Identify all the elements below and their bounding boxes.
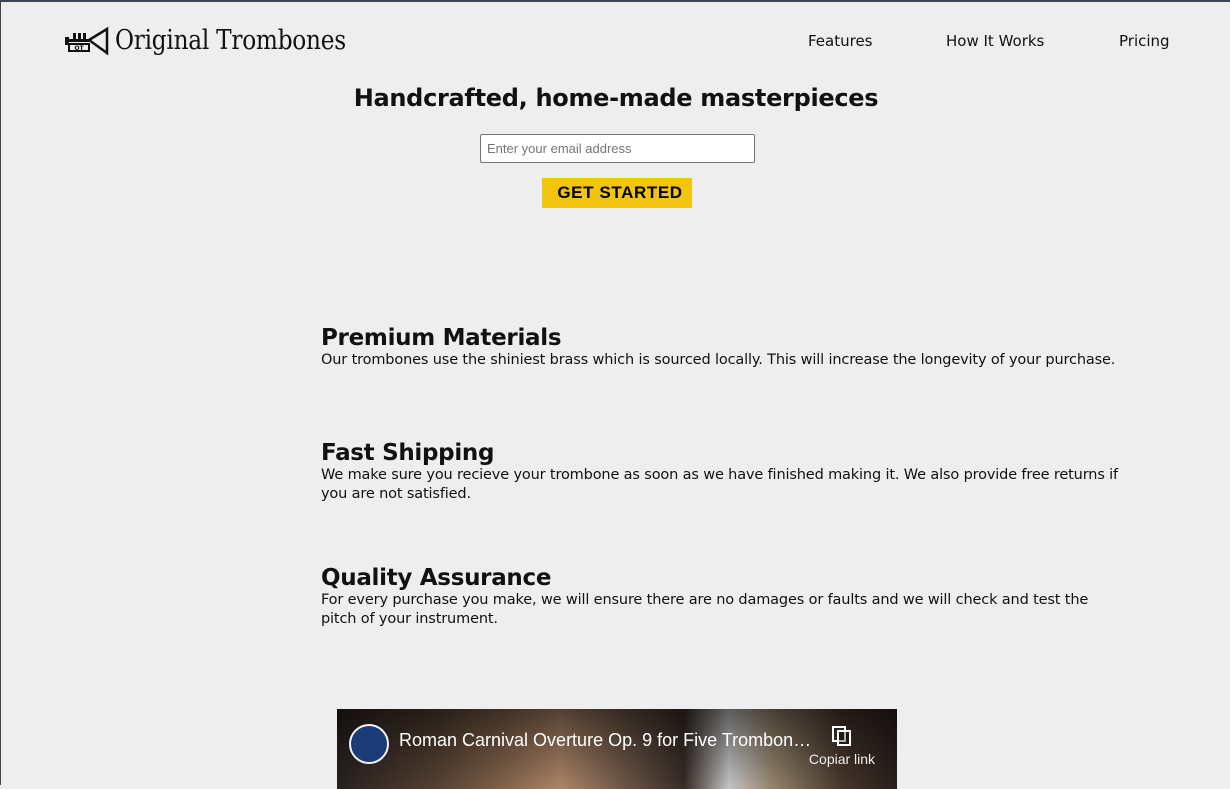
nav-link-features[interactable]: Features [808, 32, 873, 50]
email-input[interactable] [480, 134, 755, 163]
copy-icon [832, 726, 851, 746]
feature-fast-shipping: Fast Shipping We make sure you recieve y… [321, 440, 1121, 504]
get-started-button[interactable]: GET STARTED [542, 178, 692, 208]
video-player[interactable]: Roman Carnival Overture Op. 9 for Five T… [337, 709, 897, 789]
trumpet-logo-icon: OT [65, 26, 109, 56]
feature-title: Fast Shipping [321, 440, 495, 466]
feature-text: Our trombones use the shiniest brass whi… [321, 352, 1116, 368]
header: OT Original Trombones Features How It Wo… [1, 2, 1230, 82]
feature-quality-assurance: Quality Assurance For every purchase you… [321, 565, 1121, 629]
feature-text: We make sure you recieve your trombone a… [321, 467, 1119, 502]
hero-title: Handcrafted, home-made masterpieces [353, 84, 879, 112]
feature-title: Quality Assurance [321, 565, 552, 591]
nav-link-how-it-works[interactable]: How It Works [946, 32, 1044, 50]
channel-avatar-icon[interactable] [349, 724, 389, 764]
logo-monogram: OT [74, 45, 84, 52]
nav-link-pricing[interactable]: Pricing [1119, 32, 1170, 50]
feature-title: Premium Materials [321, 325, 562, 351]
brand-name: Original Trombones [115, 24, 346, 56]
copy-link-label: Copiar link [808, 751, 876, 767]
logo[interactable]: OT Original Trombones [63, 24, 383, 56]
feature-text: For every purchase you make, we will ens… [321, 592, 1089, 627]
video-title[interactable]: Roman Carnival Overture Op. 9 for Five T… [399, 730, 811, 751]
copy-link-button[interactable]: Copiar link [803, 719, 881, 777]
feature-premium-materials: Premium Materials Our trombones use the … [321, 325, 1121, 370]
